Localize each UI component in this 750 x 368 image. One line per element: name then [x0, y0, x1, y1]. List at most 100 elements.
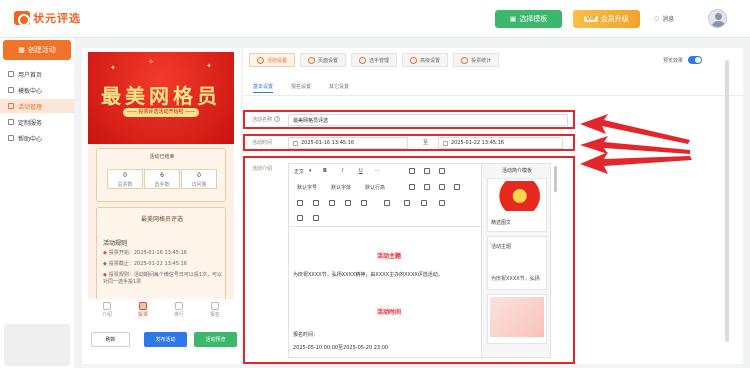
trophy-icon: [175, 302, 183, 310]
bold-button[interactable]: B: [323, 168, 327, 174]
diamond-icon: ◆: [103, 261, 107, 267]
activity-time-label: 活动时间: [252, 140, 273, 146]
template-caption: 为庆祝XXXX节，弘扬: [491, 276, 540, 282]
activity-name-input[interactable]: 最美网格员评选: [288, 114, 568, 126]
bullet-list-icon[interactable]: [409, 184, 415, 190]
help-icon: [8, 135, 14, 141]
undo-icon[interactable]: [439, 200, 445, 206]
video-icon[interactable]: [361, 200, 367, 206]
annotation-arrows: [580, 114, 692, 174]
user-avatar[interactable]: [708, 9, 727, 28]
rule-text: 投票截止：2025-01-22 13:45:16: [108, 261, 187, 267]
paragraph-style-select[interactable]: 正文: [294, 168, 304, 175]
redo-icon[interactable]: [297, 215, 303, 221]
refresh-button[interactable]: 刷新: [91, 332, 130, 347]
fullscreen-icon[interactable]: [313, 215, 319, 221]
qr-code-image: [4, 324, 70, 366]
subtab-signup[interactable]: 报名设置: [291, 83, 311, 93]
sidebar-item-templates[interactable]: 模板中心: [0, 83, 74, 97]
activity-status: 活动已结束: [149, 154, 175, 160]
firework-icon: ✧: [148, 58, 154, 66]
end-time-input[interactable]: 2025-01-22 13:45:16: [438, 137, 563, 149]
rules-heading: 活动规则: [103, 240, 128, 247]
upload-image-icon[interactable]: [345, 200, 351, 206]
preview-button[interactable]: 活动预览: [194, 332, 237, 347]
tab-activity-settings[interactable]: 活动设置: [249, 53, 296, 67]
tab-ranking[interactable]: 排行: [164, 302, 194, 318]
sidebar-item-activity-management[interactable]: 活动管理: [0, 99, 74, 113]
italic-button[interactable]: I: [342, 168, 343, 174]
underline-button[interactable]: U: [359, 168, 363, 174]
logo[interactable]: 状元评选: [14, 10, 81, 26]
rich-text-editor[interactable]: 正文 ▾ B I U ··· 默认字号 默认字体 默认行高 活动主题 为庆祝XX…: [288, 163, 488, 358]
stat-visits: 0 访问量: [181, 169, 217, 189]
template-card[interactable]: [487, 294, 547, 344]
editor-paragraph: 报名时间：: [293, 332, 319, 338]
tab-label: 选手管理: [369, 57, 390, 64]
tab-contestant-management[interactable]: 选手管理: [351, 53, 398, 67]
tab-advanced-settings[interactable]: 高级设置: [402, 53, 449, 67]
bg-color-icon[interactable]: [424, 168, 430, 174]
select-template-button[interactable]: ▣ 选择模板: [495, 10, 562, 28]
activity-intro-label: 活动介绍: [252, 166, 273, 172]
tab-vote-statistics[interactable]: 投票统计: [453, 53, 500, 67]
editor-toolbar-divider: [289, 226, 487, 227]
font-size-select[interactable]: 默认字号: [297, 184, 317, 191]
font-family-select[interactable]: 默认字体: [331, 184, 351, 191]
template-card[interactable]: 活动主题 为庆祝XXXX节，弘扬: [487, 236, 547, 290]
select-template-label: 选择模板: [519, 15, 548, 23]
stat-label: 访问量: [191, 182, 207, 188]
table-icon[interactable]: [384, 200, 390, 206]
create-activity-button[interactable]: ▦ 创建活动: [3, 40, 71, 60]
tab-label: 活动设置: [267, 57, 288, 64]
line-height-select[interactable]: 默认行高: [365, 184, 385, 191]
indent-icon[interactable]: [297, 200, 303, 206]
messages-link[interactable]: ◌ 消息: [654, 14, 674, 23]
chart-icon: [461, 56, 469, 64]
align-center-icon[interactable]: [454, 184, 460, 190]
subtab-other[interactable]: 其它设置: [329, 83, 349, 93]
time-separator: 至: [423, 140, 429, 146]
subtab-basic[interactable]: 基本设置: [253, 83, 274, 93]
firework-icon: ✦: [110, 64, 116, 72]
rule-voting: ◆ 投票规则：活动期间每个微信号日可以投1次，可以对同一选手投1票: [103, 272, 223, 286]
tab-intro[interactable]: 介绍: [92, 302, 122, 318]
divider-icon[interactable]: [421, 200, 427, 206]
tab-page-settings[interactable]: 页面设置: [300, 53, 347, 67]
sidebar-item-home[interactable]: 用户首页: [0, 67, 74, 81]
sidebar-item-help[interactable]: 帮助中心: [0, 131, 74, 145]
more-button[interactable]: ···: [375, 168, 380, 174]
stat-label: 总票数: [117, 182, 133, 188]
briefcase-icon: [8, 119, 14, 125]
template-card[interactable]: 精选图文: [487, 178, 547, 232]
template-caption: 活动主题: [491, 244, 512, 250]
page-scrollbar[interactable]: [725, 60, 729, 342]
end-time-value: 2025-01-22 13:45:16: [451, 140, 505, 146]
tab-label: 排行: [173, 312, 184, 318]
plus-grid-icon: ▦: [18, 46, 25, 54]
code-icon[interactable]: [404, 200, 410, 206]
vip-upgrade-button[interactable]: VIP 会员升级: [573, 10, 640, 28]
stat-contestants: 6 选手数: [144, 169, 180, 189]
arrow-icon: [580, 152, 692, 174]
sidebar-item-custom-service[interactable]: 定制服务: [0, 115, 74, 129]
preview-toggle[interactable]: [688, 56, 703, 64]
numbered-list-icon[interactable]: [424, 184, 430, 190]
mobile-preview-panel: ✦ ✦ ✧ 最美网格员 —— 投票评选活动开始啦 —— 活动已结束 0 总票数 …: [82, 48, 241, 364]
calendar-icon: [293, 140, 298, 146]
banner-subtitle: —— 投票评选活动开始啦 ——: [123, 108, 199, 117]
publish-button[interactable]: 发布活动: [144, 332, 187, 347]
form-icon: [211, 302, 219, 310]
template-scrollbar[interactable]: [554, 166, 557, 192]
tab-signup[interactable]: 报名: [200, 302, 230, 318]
logo-icon: [14, 11, 30, 26]
font-color-icon[interactable]: [409, 168, 415, 174]
link-icon[interactable]: [329, 200, 335, 206]
rule-text: 投票开始：2025-01-16 13:45:16: [108, 250, 187, 256]
emoji-icon[interactable]: [313, 200, 319, 206]
tab-vote[interactable]: 投票: [128, 302, 158, 318]
image-icon[interactable]: [439, 168, 445, 174]
template-thumbnail: [490, 181, 544, 211]
start-time-input[interactable]: 2025-01-16 13:45:16: [288, 137, 408, 149]
align-left-icon[interactable]: [439, 184, 445, 190]
